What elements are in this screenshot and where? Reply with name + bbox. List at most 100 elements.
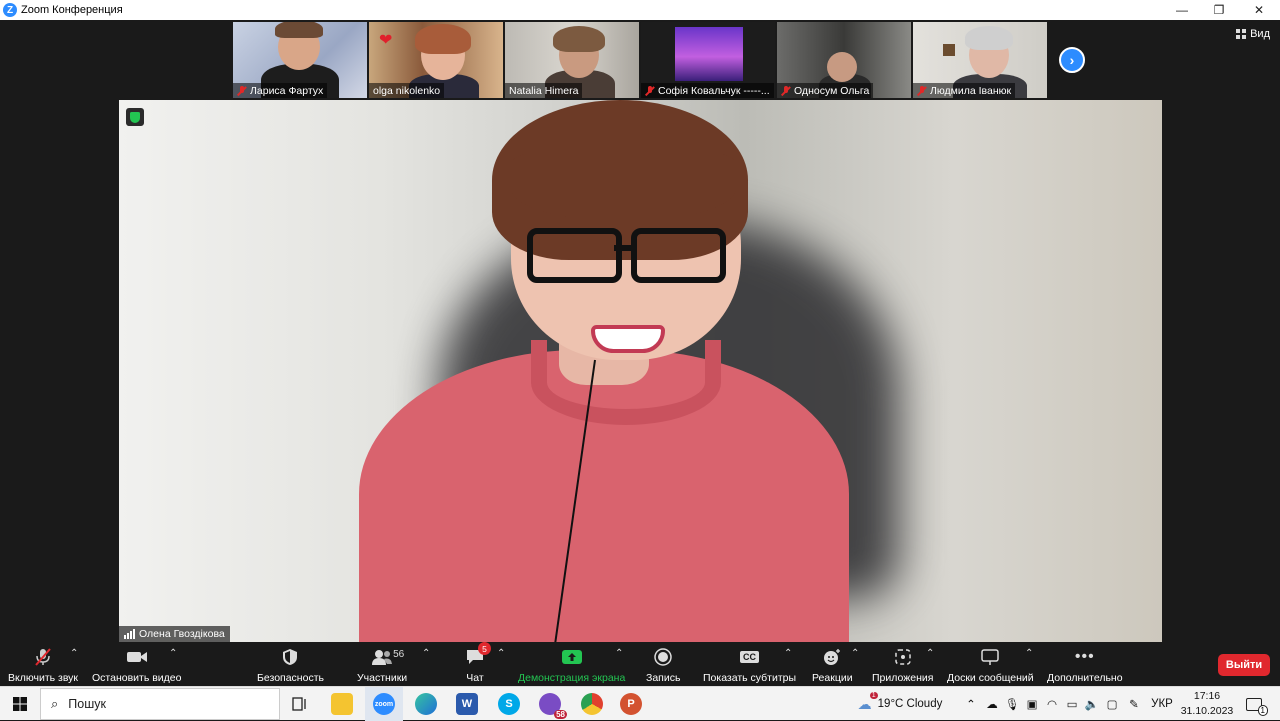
participants-options-chevron-icon[interactable]: ⌃ <box>422 648 430 659</box>
battery-icon[interactable]: ▭ <box>1064 687 1080 721</box>
participant-face <box>827 52 857 82</box>
chat-unread-badge: 5 <box>478 642 491 655</box>
participant-name: Софія Ковальчук -----... <box>641 83 774 98</box>
participants-button[interactable]: 56 Участники <box>357 646 407 684</box>
participant-name: Людмила Іванюк <box>913 83 1016 98</box>
participant-name: Лариса Фартух <box>233 83 328 98</box>
viber-icon[interactable]: 58 <box>538 687 567 721</box>
participants-count: 56 <box>393 649 405 660</box>
captions-label: Показать субтитры <box>703 672 797 684</box>
security-button[interactable]: Безопасность <box>257 646 324 684</box>
weather-widget[interactable]: ☁ 1 19°C Cloudy <box>848 687 952 721</box>
more-label: Дополнительно <box>1047 672 1123 684</box>
leave-button[interactable]: Выйти <box>1218 654 1270 676</box>
show-hidden-icons-chevron-icon[interactable]: ⌃ <box>964 687 978 721</box>
more-button[interactable]: ••• Дополнительно <box>1047 646 1123 684</box>
reactions-options-chevron-icon[interactable]: ⌃ <box>851 648 859 659</box>
captions-button[interactable]: CC Показать субтитры <box>703 646 796 684</box>
unmute-button[interactable]: Включить звук <box>8 646 78 684</box>
participant-tile[interactable]: Natalia Himera <box>505 22 639 98</box>
encryption-shield-icon[interactable] <box>126 108 144 126</box>
captions-icon-text: CC <box>740 651 760 663</box>
chrome-icon[interactable] <box>580 687 604 721</box>
next-page-arrow-icon[interactable]: › <box>1059 47 1085 73</box>
chat-options-chevron-icon[interactable]: ⌃ <box>497 648 505 659</box>
taskbar-clock[interactable]: 17:16 31.10.2023 <box>1178 689 1236 719</box>
participant-tile[interactable]: ❤ olga nikolenko <box>369 22 503 98</box>
camera-tray-icon[interactable]: ▣ <box>1024 687 1040 721</box>
powerpoint-icon[interactable]: P <box>619 687 643 721</box>
task-view-icon[interactable] <box>288 687 312 721</box>
share-options-chevron-icon[interactable]: ⌃ <box>615 648 623 659</box>
participant-hair <box>965 26 1013 50</box>
skype-icon[interactable]: S <box>497 687 521 721</box>
microphone-icon[interactable]: 🎙 <box>1004 687 1020 721</box>
participant-name-text: Софія Ковальчук -----... <box>658 84 770 97</box>
mic-muted-icon <box>33 646 53 668</box>
participant-hair <box>553 26 605 52</box>
participant-tile[interactable]: Людмила Іванюк <box>913 22 1047 98</box>
grid-view-icon <box>1236 29 1247 39</box>
mic-muted-icon <box>917 85 927 96</box>
close-button[interactable]: ✕ <box>1239 0 1279 20</box>
chat-bubble-icon: 5 <box>465 642 491 668</box>
participant-tile[interactable]: Лариса Фартух <box>233 22 367 98</box>
taskbar-search[interactable]: ⌕ Пошук <box>40 688 280 720</box>
maximize-button[interactable]: ❐ <box>1199 0 1239 20</box>
edge-browser-icon[interactable] <box>414 687 438 721</box>
word-icon[interactable]: W <box>455 687 479 721</box>
view-button-label: Вид <box>1250 28 1270 40</box>
smiley-plus-icon <box>822 646 842 668</box>
view-button[interactable]: Вид <box>1236 28 1270 40</box>
participant-name-text: olga nikolenko <box>373 84 441 97</box>
mic-muted-icon <box>781 85 791 96</box>
participant-name: Natalia Himera <box>505 83 583 98</box>
meeting-area: Вид Лариса Фартух ❤ olga nikolenko Natal… <box>0 20 1280 642</box>
reactions-button[interactable]: Реакции <box>812 646 853 684</box>
apps-label: Приложения <box>872 672 934 684</box>
participant-tile[interactable]: Софія Ковальчук -----... <box>641 22 775 98</box>
participant-name-text: Людмила Іванюк <box>930 84 1012 97</box>
apps-button[interactable]: Приложения <box>872 646 933 684</box>
participant-thumbnails: Лариса Фартух ❤ olga nikolenko Natalia H… <box>233 22 1047 98</box>
participant-name-text: Natalia Himera <box>509 84 579 97</box>
heart-reaction-icon: ❤ <box>379 32 393 49</box>
wifi-icon[interactable]: ◠ <box>1044 687 1060 721</box>
meet-now-icon[interactable]: ▢ <box>1104 687 1120 721</box>
participant-tile[interactable]: Односум Ольга <box>777 22 911 98</box>
whiteboards-button[interactable]: Доски сообщений <box>947 646 1034 684</box>
record-icon <box>654 646 672 668</box>
start-windows-icon[interactable] <box>8 687 32 721</box>
record-button[interactable]: Запись <box>646 646 680 684</box>
apps-options-chevron-icon[interactable]: ⌃ <box>926 648 934 659</box>
onedrive-cloud-icon[interactable]: ☁ <box>984 687 1000 721</box>
zoom-app-icon: Z <box>3 3 17 17</box>
chat-button[interactable]: 5 Чат <box>465 642 491 684</box>
video-options-chevron-icon[interactable]: ⌃ <box>169 648 177 659</box>
whiteboards-options-chevron-icon[interactable]: ⌃ <box>1025 648 1033 659</box>
minimize-button[interactable]: — <box>1162 0 1202 20</box>
security-label: Безопасность <box>257 672 324 684</box>
zoom-taskbar-icon[interactable]: zoom <box>365 687 403 721</box>
weather-text: 19°C Cloudy <box>877 698 943 710</box>
share-screen-button[interactable]: Демонстрация экрана <box>518 646 625 684</box>
unmute-label: Включить звук <box>8 672 79 684</box>
glasses-right-lens <box>631 228 726 283</box>
pen-icon[interactable]: ✎ <box>1126 687 1142 721</box>
audio-options-chevron-icon[interactable]: ⌃ <box>70 648 78 659</box>
glasses-bridge <box>614 245 636 251</box>
file-explorer-icon[interactable] <box>330 687 354 721</box>
input-language[interactable]: УКР <box>1150 687 1174 721</box>
stop-video-label: Остановить видео <box>92 672 182 684</box>
whiteboards-label: Доски сообщений <box>947 672 1034 684</box>
volume-icon[interactable]: 🔈 <box>1084 687 1100 721</box>
participant-name-text: Лариса Фартух <box>250 84 324 97</box>
closed-captions-icon: CC <box>740 646 760 668</box>
video-camera-icon <box>126 646 148 668</box>
windows-taskbar: ⌕ Пошук zoom W S 58 P ☁ 1 19°C Cloudy ⌃ ☁… <box>0 686 1280 721</box>
share-screen-label: Демонстрация экрана <box>518 672 626 684</box>
notifications-icon[interactable]: 1 <box>1242 687 1268 721</box>
clock-time: 17:16 <box>1193 690 1221 702</box>
captions-options-chevron-icon[interactable]: ⌃ <box>784 648 792 659</box>
clock-date: 31.10.2023 <box>1180 705 1234 717</box>
